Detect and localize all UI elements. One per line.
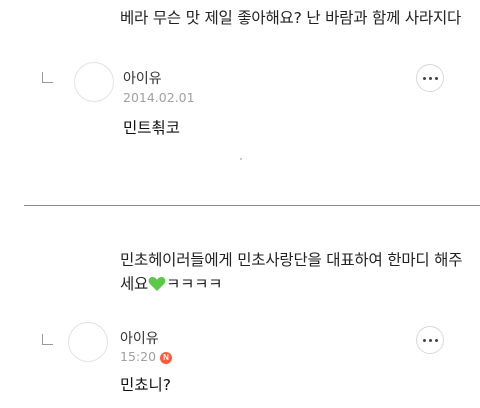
- question-text: 베라 무슨 맛 제일 좋아해요? 난 바람과 함께 사라지다: [120, 9, 462, 27]
- comment-text: 민쵸니?: [120, 376, 172, 394]
- comment-author[interactable]: 아이유: [120, 328, 159, 348]
- comment-date: 2014.02.01: [123, 90, 195, 105]
- section-divider: [24, 205, 480, 206]
- question-text: 민초헤이러들에게 민초사랑단을 대표하여 한마디 해주 세요 ㅋㅋㅋㅋ: [120, 248, 478, 296]
- more-options-icon[interactable]: [416, 326, 444, 354]
- question-line-2: 세요 ㅋㅋㅋㅋ: [120, 272, 478, 296]
- question-line-2-prefix: 세요: [120, 275, 149, 293]
- question-line-2-suffix: ㅋㅋㅋㅋ: [166, 275, 223, 293]
- new-badge: N: [160, 351, 173, 364]
- comment-author[interactable]: 아이유: [123, 68, 162, 88]
- more-options-icon[interactable]: [416, 64, 444, 92]
- avatar[interactable]: [74, 62, 114, 102]
- comment-text: 민트쵞코: [123, 119, 181, 137]
- separator-dot: [240, 158, 242, 160]
- avatar[interactable]: [68, 322, 108, 362]
- green-heart-icon: [148, 277, 166, 291]
- question-line-1: 민초헤이러들에게 민초사랑단을 대표하여 한마디 해주: [120, 251, 463, 269]
- comment-time: 15:20: [120, 349, 157, 364]
- comment-date-row: 15:20 N: [120, 349, 173, 364]
- reply-arrow-icon: [42, 72, 53, 83]
- reply-arrow-icon: [42, 334, 53, 345]
